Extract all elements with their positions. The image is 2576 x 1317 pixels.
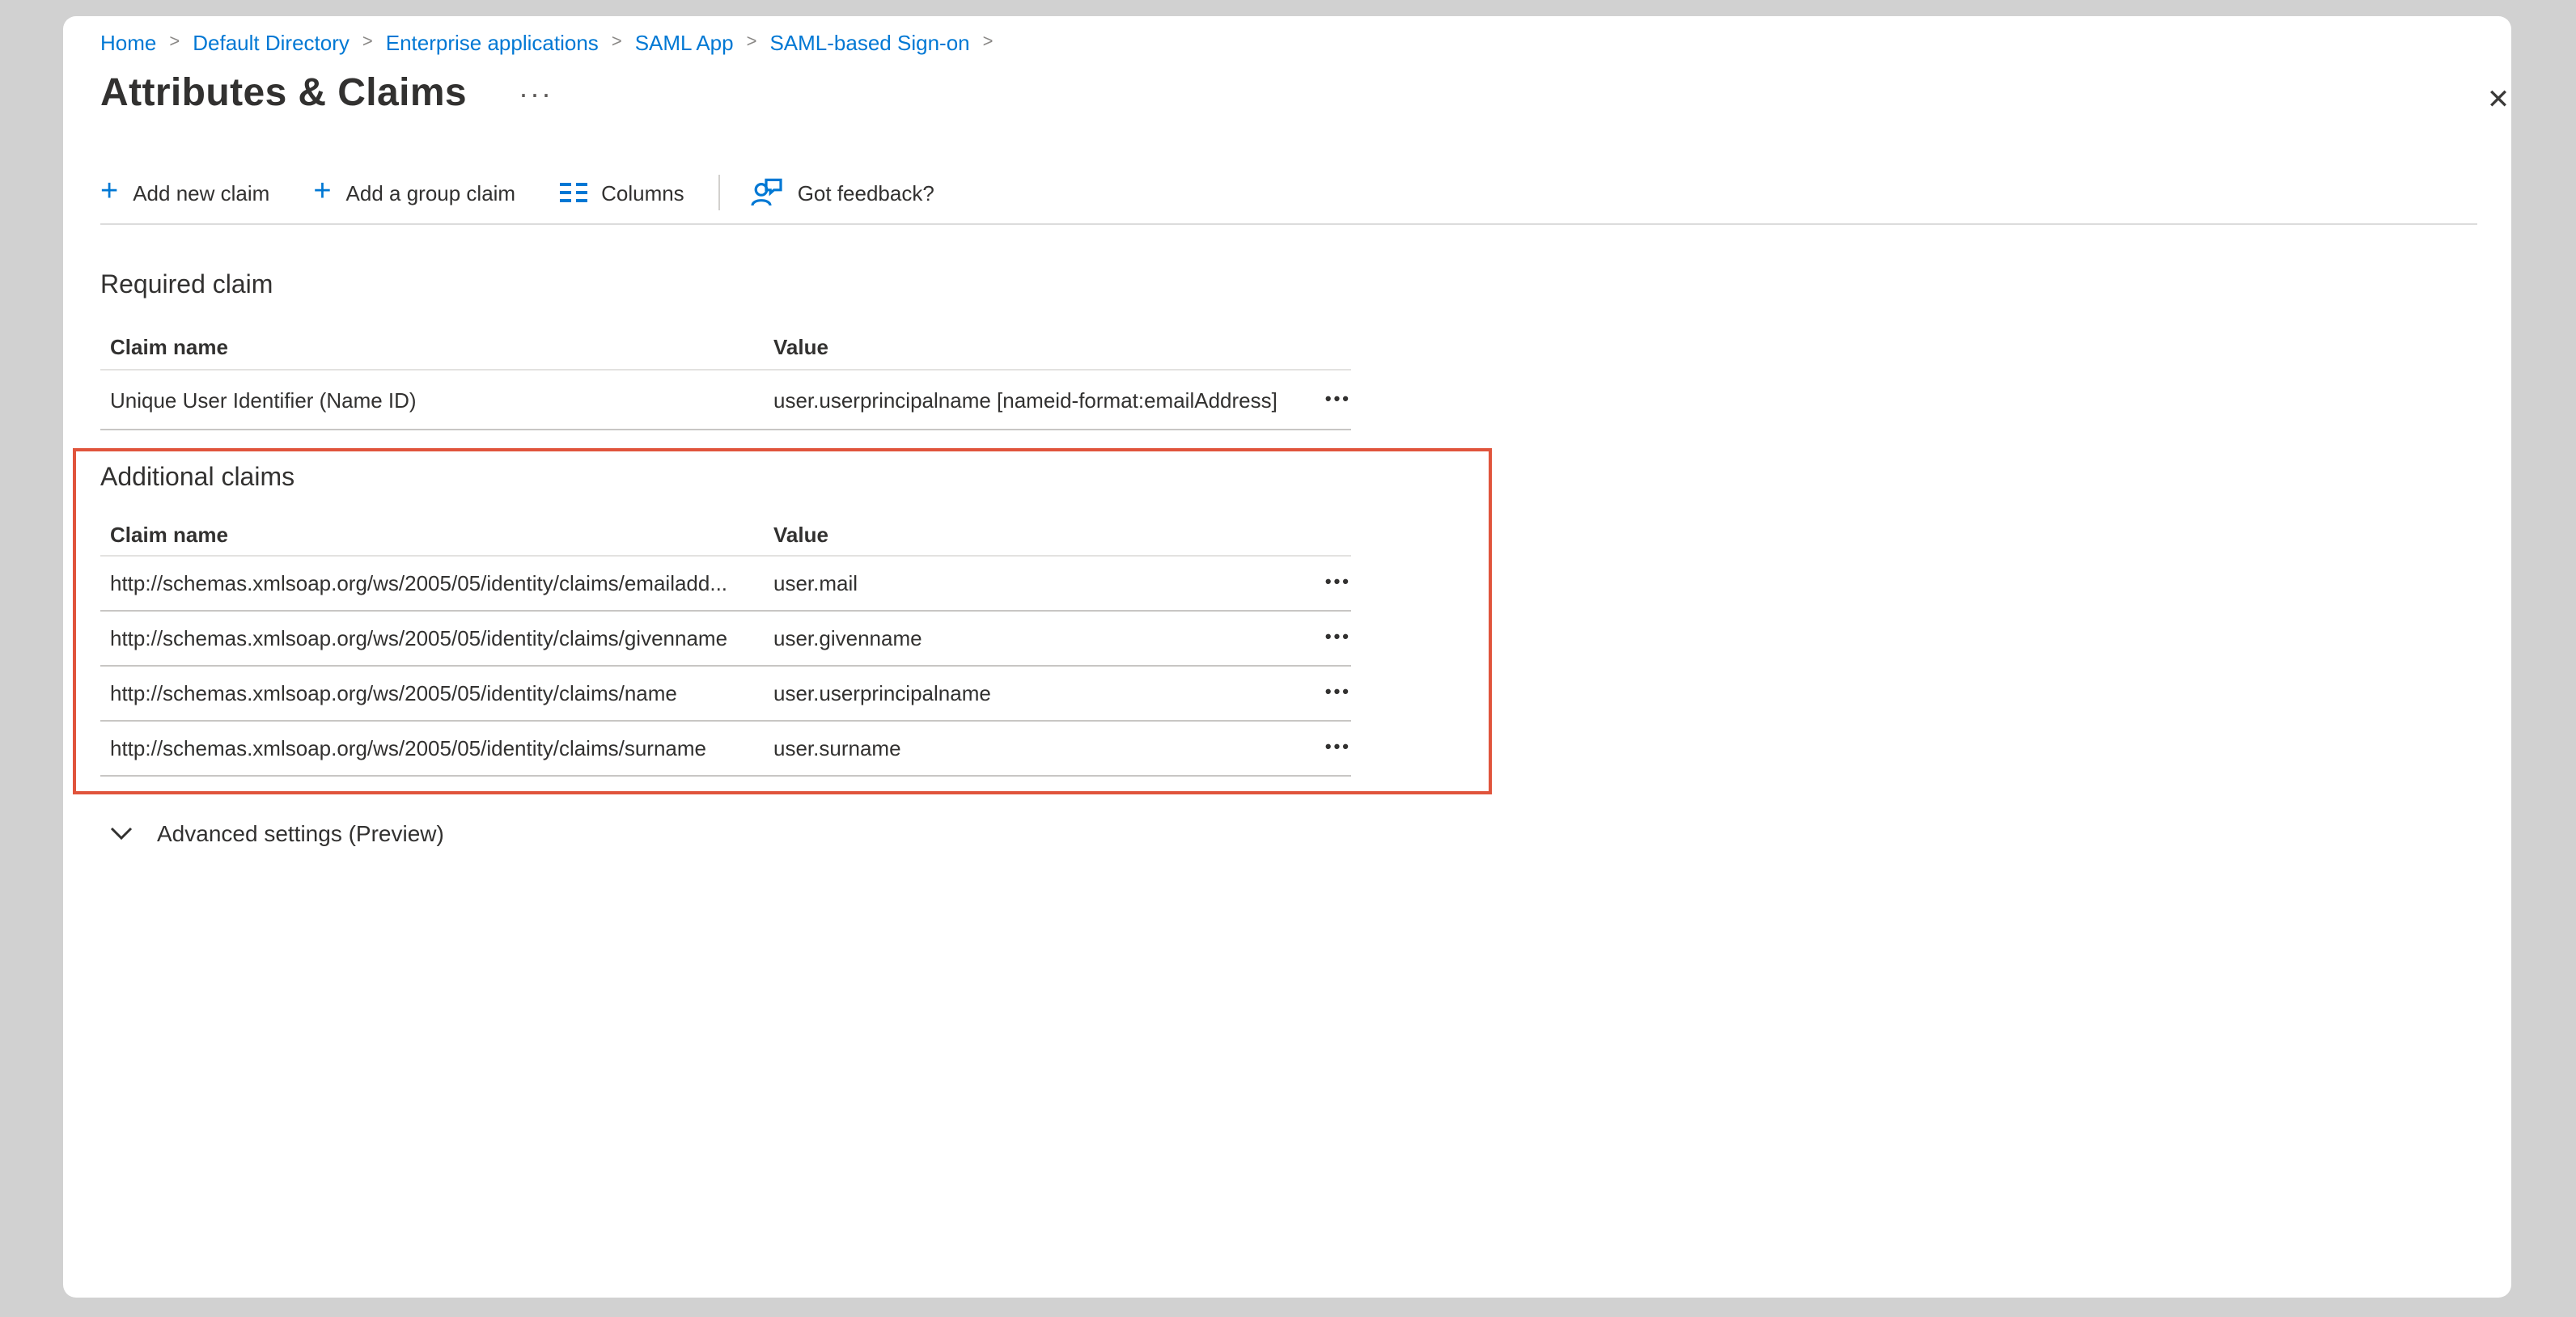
- advanced-settings-toggle[interactable]: Advanced settings (Preview): [110, 820, 444, 846]
- plus-icon: +: [313, 176, 331, 206]
- title-row: Attributes & Claims ···: [100, 71, 553, 116]
- toolbar-separator: [100, 223, 2477, 225]
- add-new-claim-label: Add new claim: [133, 180, 269, 205]
- context-menu-icon[interactable]: ···: [519, 79, 553, 108]
- breadcrumb: Home > Default Directory > Enterprise ap…: [100, 31, 1006, 55]
- got-feedback-label: Got feedback?: [798, 180, 934, 205]
- got-feedback-button[interactable]: Got feedback?: [751, 178, 934, 207]
- table-row[interactable]: Unique User Identifier (Name ID) user.us…: [100, 371, 1351, 430]
- add-new-claim-button[interactable]: + Add new claim: [100, 177, 269, 208]
- chevron-right-icon: >: [612, 32, 622, 51]
- row-more-icon[interactable]: •••: [1325, 684, 1351, 702]
- row-more-icon[interactable]: •••: [1325, 391, 1351, 409]
- columns-icon: [559, 181, 587, 204]
- chevron-right-icon: >: [983, 32, 994, 51]
- claim-name-cell: http://schemas.xmlsoap.org/ws/2005/05/id…: [110, 571, 773, 595]
- table-row[interactable]: http://schemas.xmlsoap.org/ws/2005/05/id…: [100, 557, 1351, 612]
- value-column-header: Value: [773, 523, 1293, 547]
- claim-name-cell: http://schemas.xmlsoap.org/ws/2005/05/id…: [110, 681, 773, 705]
- row-more-icon[interactable]: •••: [1325, 739, 1351, 757]
- breadcrumb-home[interactable]: Home: [100, 31, 156, 55]
- breadcrumb-saml-app[interactable]: SAML App: [635, 31, 734, 55]
- value-column-header: Value: [773, 334, 1293, 358]
- claim-name-column-header: Claim name: [110, 523, 773, 547]
- chevron-right-icon: >: [169, 32, 180, 51]
- claim-name-cell: Unique User Identifier (Name ID): [110, 387, 773, 412]
- toolbar-divider: [718, 175, 720, 210]
- claim-value-cell: user.mail: [773, 571, 1293, 595]
- row-more-icon[interactable]: •••: [1325, 629, 1351, 647]
- table-row[interactable]: http://schemas.xmlsoap.org/ws/2005/05/id…: [100, 722, 1351, 777]
- plus-icon: +: [100, 176, 118, 206]
- table-row[interactable]: http://schemas.xmlsoap.org/ws/2005/05/id…: [100, 612, 1351, 667]
- table-row[interactable]: http://schemas.xmlsoap.org/ws/2005/05/id…: [100, 667, 1351, 722]
- add-group-claim-label: Add a group claim: [346, 180, 516, 205]
- breadcrumb-saml-based-sign-on[interactable]: SAML-based Sign-on: [769, 31, 969, 55]
- page: Home > Default Directory > Enterprise ap…: [0, 0, 2576, 1317]
- claim-name-cell: http://schemas.xmlsoap.org/ws/2005/05/id…: [110, 736, 773, 760]
- command-bar: + Add new claim + Add a group claim Colu…: [100, 168, 978, 217]
- additional-claims-heading: Additional claims: [100, 464, 294, 493]
- feedback-icon: [751, 178, 783, 207]
- breadcrumb-enterprise-applications[interactable]: Enterprise applications: [386, 31, 599, 55]
- close-icon[interactable]: ✕: [2479, 81, 2518, 120]
- columns-button[interactable]: Columns: [559, 180, 684, 205]
- row-more-icon[interactable]: •••: [1325, 574, 1351, 592]
- advanced-settings-label: Advanced settings (Preview): [157, 820, 444, 846]
- claim-value-cell: user.userprincipalname: [773, 681, 1293, 705]
- chevron-right-icon: >: [362, 32, 373, 51]
- table-header-row: Claim name Value: [100, 324, 1351, 371]
- claim-name-cell: http://schemas.xmlsoap.org/ws/2005/05/id…: [110, 626, 773, 650]
- columns-label: Columns: [601, 180, 684, 205]
- table-header-row: Claim name Value: [100, 515, 1351, 557]
- chevron-down-icon: [110, 827, 133, 840]
- additional-claims-table: Claim name Value http://schemas.xmlsoap.…: [100, 515, 1351, 777]
- chevron-right-icon: >: [747, 32, 757, 51]
- add-group-claim-button[interactable]: + Add a group claim: [313, 177, 515, 208]
- required-claim-heading: Required claim: [100, 272, 273, 301]
- claim-value-cell: user.surname: [773, 736, 1293, 760]
- breadcrumb-default-directory[interactable]: Default Directory: [193, 31, 350, 55]
- claim-value-cell: user.givenname: [773, 626, 1293, 650]
- required-claim-table: Claim name Value Unique User Identifier …: [100, 324, 1351, 430]
- claim-value-cell: user.userprincipalname [nameid-format:em…: [773, 387, 1293, 412]
- page-title: Attributes & Claims: [100, 71, 467, 116]
- claim-name-column-header: Claim name: [110, 334, 773, 358]
